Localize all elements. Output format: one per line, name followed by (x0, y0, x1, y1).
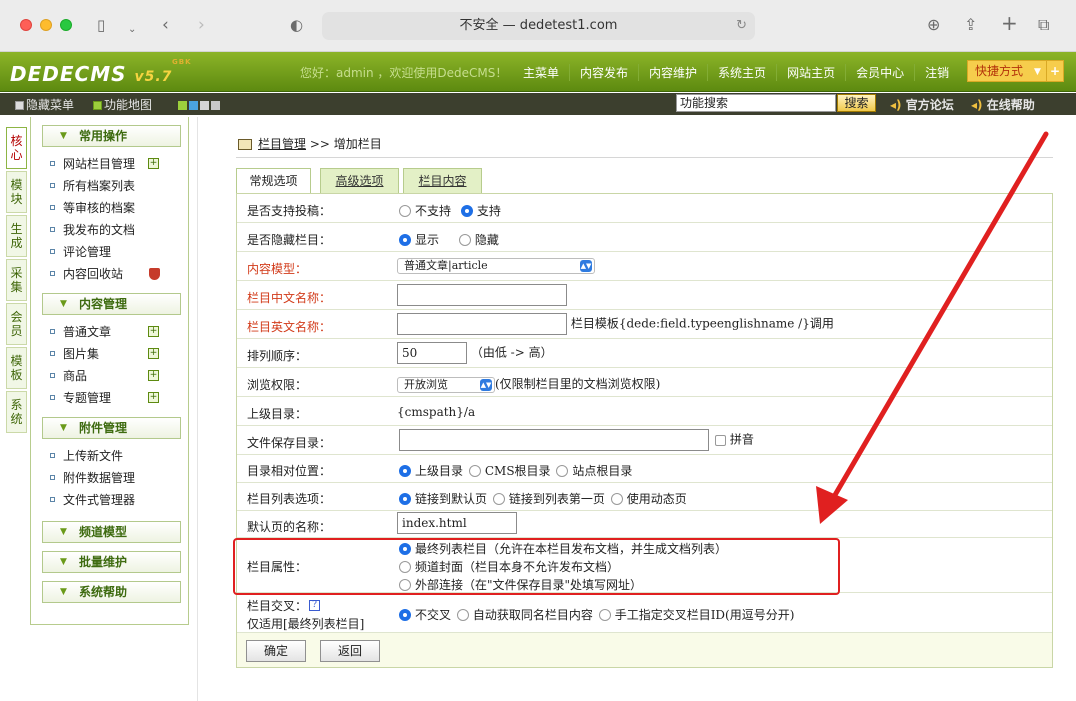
arrow-shaft (832, 131, 1049, 498)
arrow-head (816, 486, 848, 524)
annotation-arrow (816, 131, 1049, 524)
